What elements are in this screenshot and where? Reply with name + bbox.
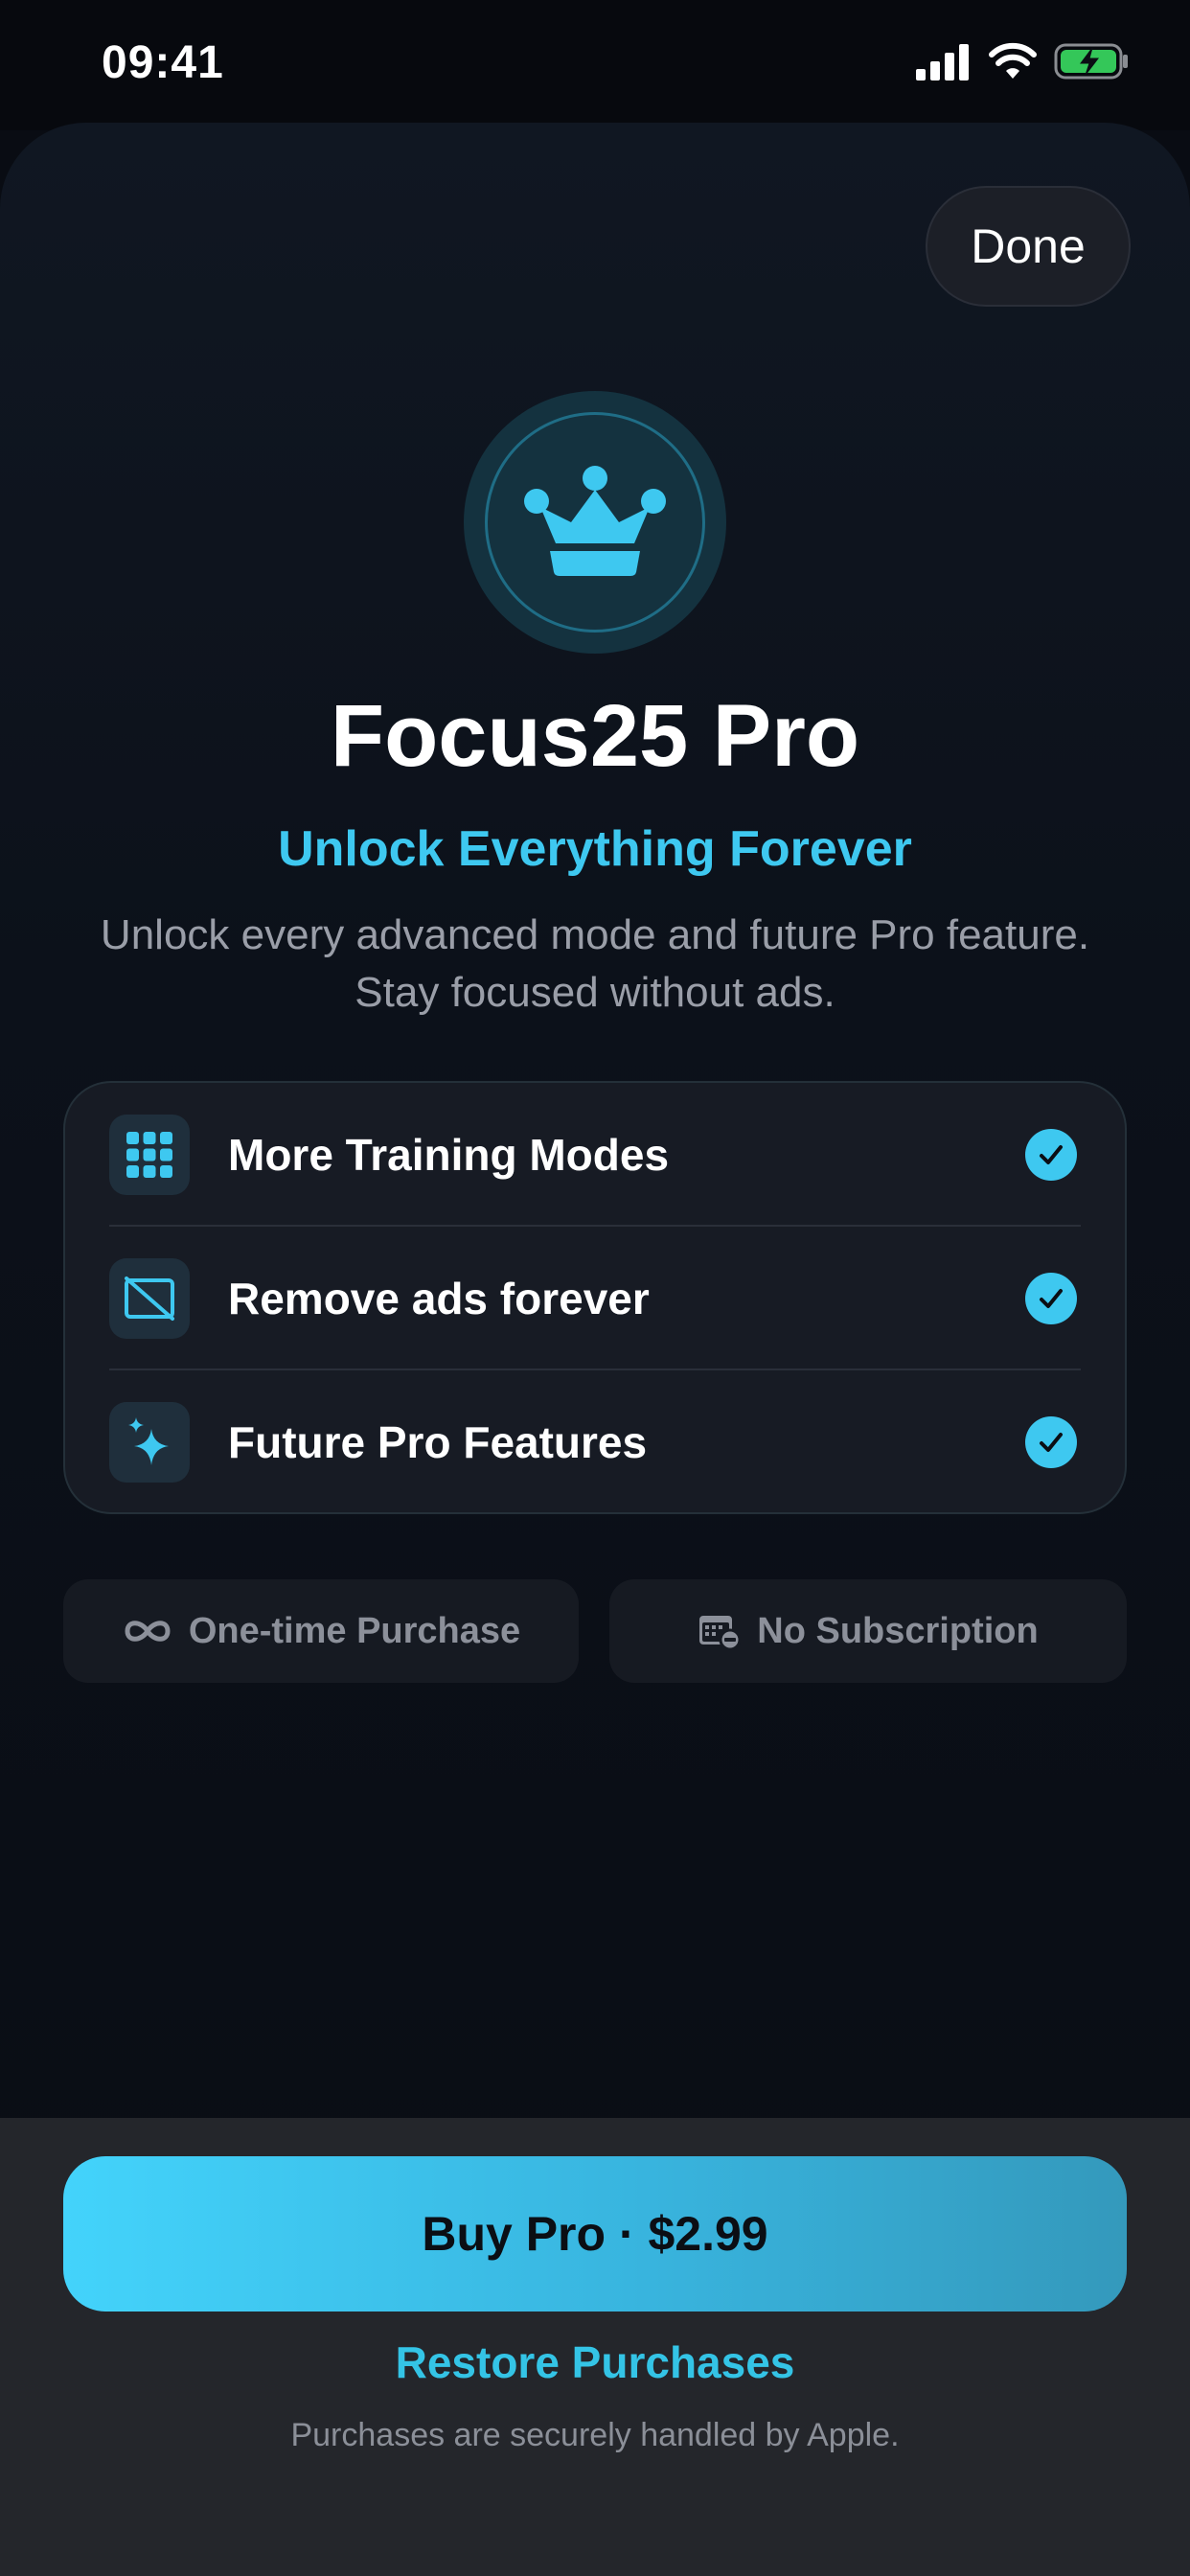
buy-pro-button[interactable]: Buy Pro · $2.99 bbox=[63, 2156, 1127, 2312]
feature-label: Future Pro Features bbox=[228, 1417, 648, 1467]
feature-label: Remove ads forever bbox=[228, 1274, 650, 1323]
page-title: Focus25 Pro bbox=[330, 687, 860, 785]
feature-row: Future Pro Features bbox=[65, 1370, 1125, 1514]
purchase-panel: Buy Pro · $2.99 Restore Purchases Purcha… bbox=[0, 2118, 1190, 2576]
page-description: Unlock every advanced mode and future Pr… bbox=[57, 907, 1133, 1022]
checkmark-icon bbox=[1025, 1129, 1077, 1181]
one-time-purchase-pill: One-time Purchase bbox=[63, 1579, 579, 1683]
status-icons bbox=[914, 42, 1131, 80]
status-bar: 09:41 bbox=[0, 0, 1190, 130]
feature-label: More Training Modes bbox=[228, 1130, 670, 1180]
infinity-icon bbox=[125, 1621, 171, 1642]
crown-badge bbox=[464, 391, 726, 654]
no-subscription-pill: No Subscription bbox=[609, 1579, 1127, 1683]
done-button[interactable]: Done bbox=[926, 186, 1131, 307]
battery-icon bbox=[1054, 43, 1128, 80]
pill-label: No Subscription bbox=[757, 1610, 1039, 1651]
wifi-icon bbox=[989, 42, 1037, 79]
crown-icon bbox=[524, 466, 666, 576]
status-time: 09:41 bbox=[102, 37, 224, 88]
signal-icon bbox=[916, 44, 969, 80]
grid-icon bbox=[109, 1115, 190, 1195]
calendar-minus-icon bbox=[699, 1616, 742, 1650]
legal-text: Purchases are securely handled by Apple. bbox=[290, 2417, 900, 2453]
page-subtitle: Unlock Everything Forever bbox=[278, 821, 912, 877]
no-ads-icon bbox=[109, 1258, 190, 1339]
features-card: More Training Modes Remove ads forever F… bbox=[63, 1081, 1127, 1514]
pill-label: One-time Purchase bbox=[188, 1610, 521, 1651]
description-line: Unlock every advanced mode and future Pr… bbox=[100, 911, 1090, 958]
feature-row: Remove ads forever bbox=[65, 1227, 1125, 1370]
checkmark-icon bbox=[1025, 1273, 1077, 1324]
description-line: Stay focused without ads. bbox=[355, 969, 835, 1016]
sparkles-icon bbox=[109, 1402, 190, 1483]
checkmark-icon bbox=[1025, 1416, 1077, 1468]
feature-row: More Training Modes bbox=[65, 1083, 1125, 1227]
restore-purchases-link[interactable]: Restore Purchases bbox=[0, 2336, 1190, 2388]
